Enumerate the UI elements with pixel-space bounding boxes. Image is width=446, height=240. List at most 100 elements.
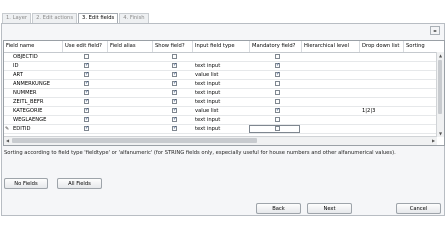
- all-fields-button[interactable]: All Fields: [57, 178, 102, 189]
- mandatory-field-checkbox[interactable]: [275, 117, 280, 122]
- hierarchical-level-cell[interactable]: [302, 71, 359, 79]
- hierarchical-level-cell[interactable]: [302, 125, 359, 133]
- tab-scroll-icon[interactable]: ◂▸: [430, 26, 440, 35]
- hierarchical-level-cell[interactable]: [302, 89, 359, 97]
- show-field-checkbox[interactable]: [172, 89, 177, 95]
- input-field-type-cell[interactable]: text input: [193, 62, 249, 70]
- no-fields-button[interactable]: No Fields: [4, 178, 48, 189]
- sorting-cell[interactable]: [404, 53, 438, 61]
- mandatory-field-checkbox[interactable]: [275, 62, 280, 68]
- input-field-type-cell[interactable]: text input: [193, 116, 249, 124]
- field-alias-cell[interactable]: [108, 80, 152, 88]
- sorting-cell[interactable]: [404, 62, 438, 70]
- sorting-cell[interactable]: [404, 80, 438, 88]
- hierarchical-level-cell[interactable]: [302, 80, 359, 88]
- table-row[interactable]: OBJECTID: [4, 53, 444, 62]
- table-row[interactable]: ID text input: [4, 62, 444, 71]
- table-row[interactable]: ART value list: [4, 71, 444, 80]
- input-field-type-cell[interactable]: text input: [193, 89, 249, 97]
- next-button[interactable]: Next: [307, 203, 352, 214]
- drop-down-list-cell[interactable]: [360, 53, 403, 61]
- mandatory-field-checkbox[interactable]: [275, 54, 280, 59]
- sorting-cell[interactable]: [404, 107, 438, 115]
- vertical-scrollbar[interactable]: ▲ ▼: [436, 52, 444, 137]
- use-edit-field-checkbox[interactable]: [84, 107, 89, 113]
- use-edit-field-checkbox[interactable]: [84, 71, 89, 77]
- mandatory-field-checkbox[interactable]: [275, 107, 280, 113]
- mandatory-field-checkbox[interactable]: [275, 99, 280, 104]
- drop-down-list-cell[interactable]: [360, 98, 403, 106]
- col-hierarchical-level[interactable]: Hierarchical level: [302, 41, 360, 52]
- scroll-right-icon[interactable]: ▶: [430, 137, 437, 145]
- drop-down-list-cell[interactable]: [360, 116, 403, 124]
- show-field-checkbox[interactable]: [172, 125, 177, 131]
- use-edit-field-checkbox[interactable]: [84, 89, 89, 95]
- field-alias-cell[interactable]: [108, 62, 152, 70]
- sorting-cell[interactable]: [404, 71, 438, 79]
- drop-down-list-cell[interactable]: [360, 62, 403, 70]
- show-field-checkbox[interactable]: [172, 116, 177, 122]
- tab-layer[interactable]: 1. Layer: [2, 13, 32, 23]
- drop-down-list-cell[interactable]: [360, 89, 403, 97]
- table-row[interactable]: ANMERKUNGE text input: [4, 80, 444, 89]
- use-edit-field-checkbox[interactable]: [84, 62, 89, 68]
- drop-down-list-cell[interactable]: 1|2|3: [360, 107, 403, 115]
- field-alias-cell[interactable]: [108, 89, 152, 97]
- table-row[interactable]: ✎EDITID text input: [4, 125, 444, 134]
- table-row[interactable]: ZEITL_BEFR text input: [4, 98, 444, 107]
- col-input-field-type[interactable]: Input field type: [193, 41, 250, 52]
- tab-edit-actions[interactable]: 2. Edit actions: [32, 13, 78, 23]
- sorting-cell[interactable]: [404, 116, 438, 124]
- field-alias-cell[interactable]: [108, 107, 152, 115]
- mandatory-field-checkbox[interactable]: [275, 90, 280, 95]
- use-edit-field-checkbox[interactable]: [84, 80, 89, 86]
- use-edit-field-checkbox[interactable]: [84, 54, 89, 59]
- input-field-type-cell[interactable]: value list: [193, 71, 249, 79]
- sorting-cell[interactable]: [404, 125, 438, 133]
- hierarchical-level-cell[interactable]: [302, 62, 359, 70]
- hierarchical-level-cell[interactable]: [302, 116, 359, 124]
- show-field-checkbox[interactable]: [172, 62, 177, 68]
- field-alias-cell[interactable]: [108, 98, 152, 106]
- show-field-checkbox[interactable]: [172, 98, 177, 104]
- input-field-type-cell[interactable]: [193, 53, 249, 61]
- scroll-down-icon[interactable]: ▼: [437, 130, 444, 137]
- field-alias-cell[interactable]: [108, 53, 152, 61]
- mandatory-field-checkbox[interactable]: [275, 81, 280, 86]
- use-edit-field-checkbox[interactable]: [84, 125, 89, 131]
- sorting-cell[interactable]: [404, 89, 438, 97]
- show-field-checkbox[interactable]: [172, 80, 177, 86]
- col-field-alias[interactable]: Field alias: [108, 41, 153, 52]
- input-field-type-cell[interactable]: text input: [193, 80, 249, 88]
- table-row[interactable]: WEGLAENGE text input: [4, 116, 444, 125]
- input-field-type-cell[interactable]: text input: [193, 125, 249, 133]
- col-mandatory-field[interactable]: Mandatory field?: [250, 41, 302, 52]
- use-edit-field-checkbox[interactable]: [84, 98, 89, 104]
- hierarchical-level-cell[interactable]: [302, 107, 359, 115]
- sorting-cell[interactable]: [404, 98, 438, 106]
- hierarchical-level-cell[interactable]: [302, 53, 359, 61]
- table-row[interactable]: KATEGORIE value list 1|2|3: [4, 107, 444, 116]
- input-field-type-cell[interactable]: text input: [193, 98, 249, 106]
- field-alias-cell[interactable]: [108, 71, 152, 79]
- tab-finish[interactable]: 4. Finish: [119, 13, 149, 23]
- show-field-checkbox[interactable]: [172, 54, 177, 59]
- use-edit-field-checkbox[interactable]: [84, 116, 89, 122]
- vertical-scroll-thumb[interactable]: [438, 60, 442, 114]
- show-field-checkbox[interactable]: [172, 107, 177, 113]
- show-field-checkbox[interactable]: [172, 71, 177, 77]
- cancel-button[interactable]: Cancel: [396, 203, 441, 214]
- input-field-type-cell[interactable]: value list: [193, 107, 249, 115]
- mandatory-field-checkbox[interactable]: [275, 126, 280, 131]
- mandatory-field-checkbox[interactable]: [275, 71, 280, 77]
- horizontal-scroll-thumb[interactable]: [12, 138, 257, 143]
- scroll-left-icon[interactable]: ◀: [4, 137, 11, 145]
- drop-down-list-cell[interactable]: [360, 80, 403, 88]
- hierarchical-level-cell[interactable]: [302, 98, 359, 106]
- col-field-name[interactable]: Field name: [4, 41, 63, 52]
- col-drop-down-list[interactable]: Drop down list: [360, 41, 404, 52]
- field-alias-cell[interactable]: [108, 116, 152, 124]
- field-alias-cell[interactable]: [108, 125, 152, 133]
- table-row[interactable]: NUMMER text input: [4, 89, 444, 98]
- scroll-up-icon[interactable]: ▲: [437, 52, 444, 59]
